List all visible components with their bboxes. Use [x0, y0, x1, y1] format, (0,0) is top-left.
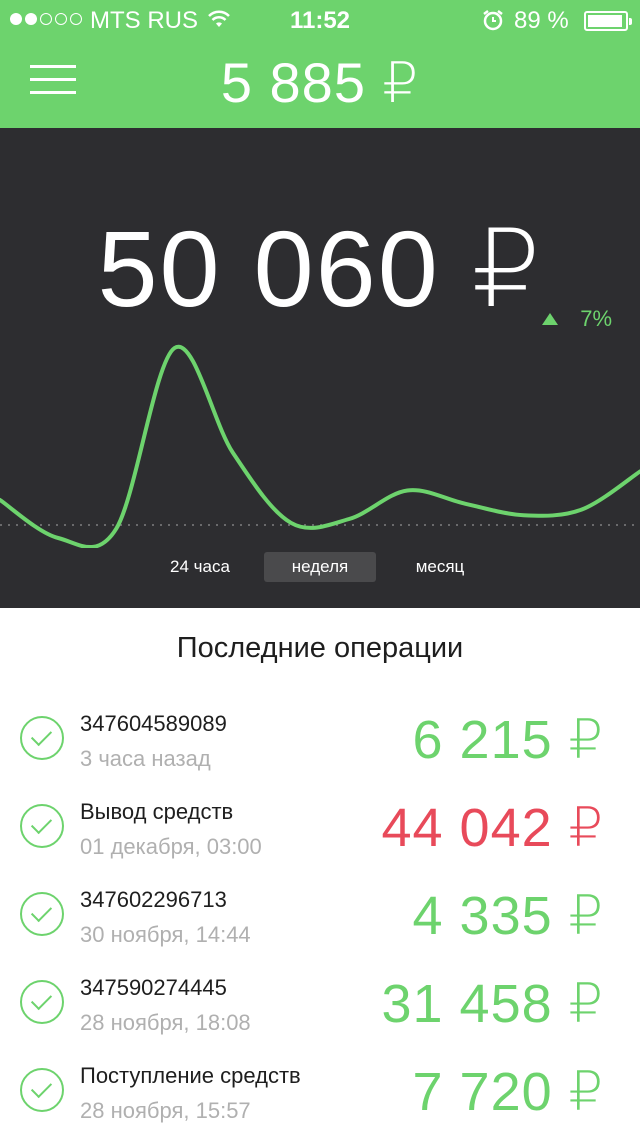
operation-subtitle: 3 часа назад: [80, 746, 211, 771]
stats-panel: 50 060 ₽ 7% 24 часа неделя месяц: [0, 128, 640, 608]
balance-chart: [0, 344, 640, 548]
operation-subtitle: 30 ноября, 14:44: [80, 922, 251, 947]
battery-percent: 89 %: [514, 7, 569, 34]
operation-title: 347590274445: [80, 975, 227, 1000]
operation-title: Поступление средств: [80, 1063, 301, 1088]
header-balance: 5 885 ₽: [220, 51, 420, 114]
tab-week[interactable]: неделя: [264, 552, 376, 582]
check-circle-icon: [20, 1068, 64, 1112]
operation-amount: 31 458 ₽: [381, 974, 604, 1034]
up-arrow-icon: [542, 313, 559, 325]
operation-amount: 44 042 ₽: [381, 798, 604, 858]
operation-subtitle: 28 ноября, 18:08: [80, 1010, 251, 1035]
chart-series-line: [0, 344, 640, 548]
operation-subtitle: 28 ноября, 15:57: [80, 1098, 251, 1123]
check-circle-icon: [20, 980, 64, 1024]
check-circle-icon: [20, 892, 64, 936]
status-bar: MTS RUS 11:52 89 %: [0, 0, 640, 40]
operation-amount: 7 720 ₽: [412, 1062, 604, 1122]
operation-row[interactable]: 347590274445 28 ноября, 18:08 31 458 ₽: [0, 962, 640, 1050]
operations-title: Последние операции: [176, 632, 464, 664]
top-bar: MTS RUS 11:52 89 % 5 885 ₽: [0, 0, 640, 128]
operation-row[interactable]: Поступление средств 28 ноября, 15:57 7 7…: [0, 1050, 640, 1138]
operation-row[interactable]: 347604589089 3 часа назад 6 215 ₽: [0, 698, 640, 786]
check-circle-icon: [20, 716, 64, 760]
tab-24-hours[interactable]: 24 часа: [150, 552, 250, 582]
alarm-icon: [483, 10, 503, 31]
operation-row[interactable]: Вывод средств 01 декабря, 03:00 44 042 ₽: [0, 786, 640, 874]
operation-title: 347604589089: [80, 711, 227, 736]
tab-month[interactable]: месяц: [390, 552, 490, 582]
operation-title: 347602296713: [80, 887, 227, 912]
operation-amount: 6 215 ₽: [412, 710, 604, 770]
operation-row[interactable]: 347602296713 30 ноября, 14:44 4 335 ₽: [0, 874, 640, 962]
battery-icon: [584, 11, 632, 31]
operation-subtitle: 01 декабря, 03:00: [80, 834, 262, 859]
period-tabs: 24 часа неделя месяц: [0, 552, 640, 582]
operation-title: Вывод средств: [80, 799, 234, 824]
check-circle-icon: [20, 804, 64, 848]
operation-amount: 4 335 ₽: [412, 886, 604, 946]
